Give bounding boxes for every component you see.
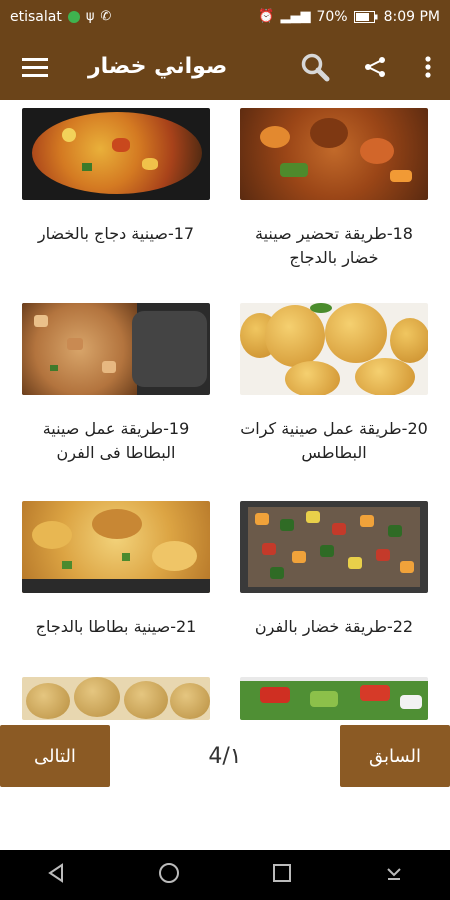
share-button[interactable] [345,33,405,100]
pull-down-icon [387,868,401,880]
recipe-image [240,108,428,200]
recipe-image [22,677,210,720]
page-title: صواني خضار [88,54,228,79]
recipe-image [240,303,428,395]
recipe-image [22,303,210,395]
recipe-card-24[interactable] [240,677,428,720]
signal-icon: ▂▄▆ [280,9,311,24]
usb-icon: ψ [85,9,95,24]
recents-button[interactable] [272,863,292,887]
recipe-caption: 19-طريقة عمل صينية البطاطا فى الفرن [42,419,190,462]
recipe-card-23[interactable] [22,677,210,720]
recipe-image [240,677,428,720]
next-page-button[interactable]: التالى [0,725,110,787]
recipe-card-19[interactable]: 19-طريقة عمل صينية البطاطا فى الفرن [22,303,210,465]
recipe-image [22,501,210,593]
more-vert-icon [424,55,431,78]
recipe-card-17[interactable]: 17-صينية دجاج بالخضار [22,108,210,246]
recents-square-icon [273,864,291,882]
whatsapp-icon [67,10,80,23]
recipe-caption: 20-طريقة عمل صينية كرات البطاطس [240,419,428,462]
status-left: etisalat ψ ✆ [10,9,111,25]
battery-icon [353,10,378,23]
back-triangle-icon [48,863,63,883]
recipe-grid: 17-صينية دجاج بالخضار 18-طريقة تحضير صين… [0,100,450,720]
pagination-bar: التالى 4/١ السابق [0,725,450,787]
recipe-caption: 17-صينية دجاج بالخضار [37,224,195,243]
recipe-card-20[interactable]: 20-طريقة عمل صينية كرات البطاطس [240,303,428,465]
search-button[interactable] [285,33,345,100]
recipe-image [22,108,210,200]
hamburger-icon [22,57,48,77]
alarm-icon: ⏰ [258,9,275,24]
carrier-name: etisalat [10,8,62,25]
share-icon [365,56,385,77]
system-nav-bar [0,850,450,900]
status-right: ⏰ ▂▄▆ 70% 8:09 PM [258,9,440,25]
app-bar: صواني خضار [0,33,450,100]
recipe-image [240,501,428,593]
status-bar: etisalat ψ ✆ ⏰ ▂▄▆ 70% 8:09 PM [0,0,450,33]
recipe-caption: 22-طريقة خضار بالفرن [254,617,414,636]
previous-page-label: السابق [368,745,422,767]
home-circle-icon [159,863,179,883]
next-page-label: التالى [34,745,76,767]
recipe-caption: 18-طريقة تحضير صينية خضار بالدجاج [255,224,413,267]
recipe-card-21[interactable]: 21-صينية بطاطا بالدجاج [22,501,210,639]
battery-percent: 70% [316,8,348,25]
hamburger-menu-button[interactable] [0,33,70,100]
notifications-pull-button[interactable] [384,863,404,887]
recipe-card-22[interactable]: 22-طريقة خضار بالفرن [240,501,428,639]
recipe-caption: 21-صينية بطاطا بالدجاج [35,617,197,636]
back-button[interactable] [46,863,66,887]
home-button[interactable] [158,862,180,888]
page-indicator: 4/١ [208,743,242,769]
recipe-card-18[interactable]: 18-طريقة تحضير صينية خضار بالدجاج [240,108,428,270]
phone-icon: ✆ [100,9,112,24]
search-icon [301,53,330,81]
clock: 8:09 PM [383,8,440,25]
previous-page-button[interactable]: السابق [340,725,450,787]
overflow-menu-button[interactable] [405,33,450,100]
